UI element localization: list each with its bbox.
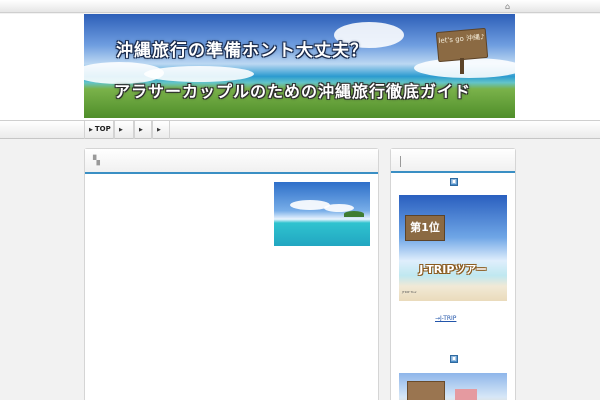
triangle-right-icon: ▶ (157, 127, 161, 133)
site-header-banner[interactable]: 沖縄旅行の準備ホント大丈夫？ アラサーカップルのための沖縄旅行徹底ガイド let… (84, 14, 515, 118)
wooden-sign: let's go 沖縄♪ (435, 27, 489, 63)
top-utility-bar: ⌂ (0, 0, 600, 13)
nav-item-3[interactable]: ▶ (134, 121, 152, 139)
main-content-header: ▚ (85, 149, 378, 174)
main-content-box: ▚ (84, 148, 379, 400)
rank-icon: ▣ (450, 178, 458, 186)
beach-photo[interactable] (274, 182, 370, 246)
banner-caption: JTRIP Tour (402, 290, 417, 294)
sidebar-box: ▣ 第1位 J-TRIPツアー JTRIP Tour →J-TRIP ▣ (390, 148, 516, 400)
site-title: 沖縄旅行の準備ホント大丈夫？ (116, 41, 368, 61)
sidebar-header (391, 149, 515, 173)
triangle-right-icon: ▶ (89, 127, 93, 133)
sign-post (460, 58, 464, 74)
triangle-right-icon: ▶ (119, 127, 123, 133)
rank-board: 第1位 (405, 215, 445, 241)
rank-icon: ▣ (450, 355, 458, 363)
banner-title: J-TRIPツアー (419, 263, 487, 276)
home-icon[interactable]: ⌂ (505, 2, 514, 11)
rank-board (407, 381, 445, 400)
nav-item-2[interactable]: ▶ (114, 121, 134, 139)
sidebar-link-jtrip[interactable]: →J-TRIP (435, 315, 456, 322)
global-nav: ▶ TOP ▶ ▶ ▶ (0, 120, 600, 139)
triangle-right-icon: ▶ (139, 127, 143, 133)
cloud-shape (414, 58, 515, 78)
site-subtitle: アラサーカップルのための沖縄旅行徹底ガイド (114, 82, 472, 101)
document-icon: ▚ (93, 156, 100, 166)
nav-item-4[interactable]: ▶ (152, 121, 170, 139)
island-shape (344, 211, 364, 217)
sidebar-header-bar (400, 156, 401, 167)
nav-item-label: TOP (94, 125, 111, 133)
nav-item-top[interactable]: ▶ TOP (84, 121, 114, 139)
house-shape (455, 389, 477, 400)
sidebar-banner-rank2[interactable] (399, 373, 507, 400)
sidebar-banner-rank1[interactable]: 第1位 J-TRIPツアー JTRIP Tour (399, 195, 507, 301)
